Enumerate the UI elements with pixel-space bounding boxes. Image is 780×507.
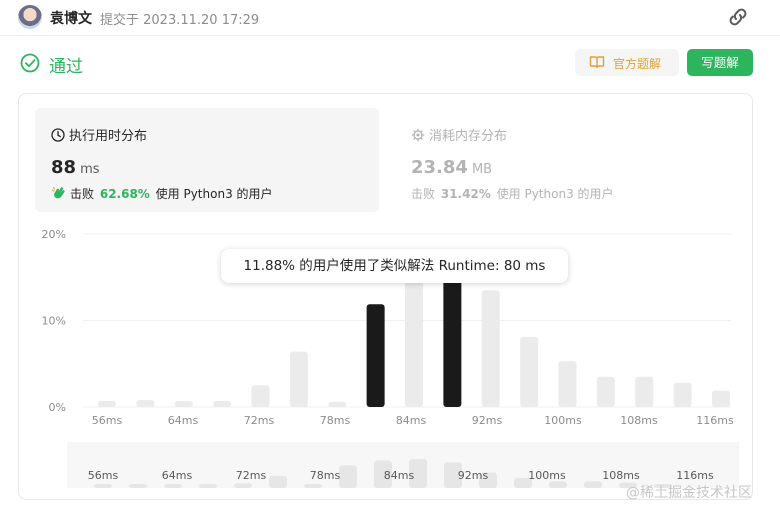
overview-tick-label: 100ms <box>528 469 566 482</box>
overview-bar <box>549 481 567 488</box>
author-name[interactable]: 袁博文 <box>50 8 92 28</box>
clap-icon <box>51 185 67 201</box>
chart-tooltip: 11.88% 的用户使用了类似解法 Runtime: 80 ms <box>221 249 568 283</box>
chart-bar <box>596 376 615 407</box>
memory-number: 23.84 <box>411 157 468 178</box>
overview-bar <box>269 475 287 488</box>
overview-tick-label: 78ms <box>310 469 341 482</box>
chip-icon <box>411 128 425 142</box>
overview-tick-label: 72ms <box>236 469 267 482</box>
memory-beat-percent: 31.42% <box>440 187 491 201</box>
y-tick-label: 0% <box>49 401 66 414</box>
overview-bar <box>94 484 112 488</box>
memory-beat-prefix: 击败 <box>411 187 436 201</box>
runtime-title: 执行用时分布 <box>51 125 147 144</box>
chart-bar <box>136 400 155 407</box>
memory-unit: MB <box>471 162 493 177</box>
overview-bar <box>234 483 252 488</box>
submission-header: 袁博文 提交于 2023.11.20 17:29 <box>0 0 780 36</box>
overview-bar <box>199 484 217 488</box>
runtime-value: 88 ms <box>51 157 100 178</box>
submitted-time: 提交于 2023.11.20 17:29 <box>100 13 260 28</box>
chart-bar <box>213 400 232 407</box>
overview-tick-label: 116ms <box>676 469 714 482</box>
memory-title-text: 消耗内存分布 <box>429 129 508 144</box>
overview-tick-label: 108ms <box>602 469 640 482</box>
x-tick-label: 56ms <box>92 414 123 427</box>
overview-bar <box>129 484 147 488</box>
memory-title: 消耗内存分布 <box>411 125 507 144</box>
runtime-beat-prefix: 击败 <box>70 187 95 201</box>
x-tick-label: 108ms <box>620 414 658 427</box>
x-tick-label: 72ms <box>244 414 275 427</box>
chart-bar <box>635 376 654 407</box>
overview-bar <box>584 481 602 488</box>
accepted-status: 通过 <box>49 57 83 77</box>
write-solution-button[interactable]: 写题解 <box>687 49 753 76</box>
memory-beat-suffix: 使用 Python3 的用户 <box>496 187 614 201</box>
x-tick-label: 92ms <box>472 414 503 427</box>
runtime-number: 88 <box>51 157 77 178</box>
overview-tick-label: 64ms <box>162 469 193 482</box>
chart-bar <box>443 275 462 407</box>
x-tick-label: 64ms <box>168 414 199 427</box>
avatar[interactable] <box>18 5 42 29</box>
x-tick-label: 78ms <box>320 414 351 427</box>
overview-tick-label: 92ms <box>458 469 489 482</box>
x-tick-label: 84ms <box>396 414 427 427</box>
chart-bar <box>481 290 500 407</box>
chart-bar <box>712 390 730 407</box>
clock-icon <box>51 128 65 142</box>
runtime-title-text: 执行用时分布 <box>69 129 148 144</box>
chart-bar <box>328 401 347 407</box>
chart-bar <box>289 351 308 407</box>
memory-stat-tab[interactable]: 消耗内存分布 23.84 MB 击败 31.42% 使用 Python3 的用户 <box>395 108 739 212</box>
overview-tick-label: 84ms <box>384 469 415 482</box>
official-solution-button[interactable]: 官方题解 <box>575 49 679 76</box>
runtime-beat-suffix: 使用 Python3 的用户 <box>155 187 273 201</box>
runtime-beat-percent: 62.68% <box>99 187 150 201</box>
chart-bar <box>174 400 193 407</box>
chart-bar <box>673 382 692 407</box>
overview-bar <box>304 484 322 488</box>
chart-bar <box>558 361 577 407</box>
x-tick-label: 116ms <box>696 414 734 427</box>
x-tick-label: 100ms <box>544 414 582 427</box>
runtime-unit: ms <box>80 162 100 177</box>
overview-bar <box>164 484 182 488</box>
link-icon[interactable] <box>726 6 750 28</box>
runtime-beat: 击败 62.68% 使用 Python3 的用户 <box>51 185 273 202</box>
book-icon <box>589 55 605 69</box>
memory-value: 23.84 MB <box>411 157 492 178</box>
chart-bar <box>405 281 423 407</box>
chart-bar <box>366 304 385 407</box>
official-solution-label: 官方题解 <box>613 57 662 71</box>
chart-bar <box>520 336 539 407</box>
result-card: 执行用时分布 88 ms 击败 62.68% 使用 Python3 的用户 消耗内… <box>18 93 753 500</box>
check-circle-icon <box>19 52 41 74</box>
chart-bar <box>251 385 270 407</box>
watermark: @稀土掘金技术社区 <box>626 485 752 501</box>
status-row: 通过 官方题解 写题解 <box>0 44 780 84</box>
y-tick-label: 20% <box>42 228 66 241</box>
overview-tick-label: 56ms <box>88 469 119 482</box>
y-tick-label: 10% <box>42 315 66 328</box>
runtime-stat-tab[interactable]: 执行用时分布 88 ms 击败 62.68% 使用 Python3 的用户 <box>35 108 379 212</box>
memory-beat: 击败 31.42% 使用 Python3 的用户 <box>411 185 614 202</box>
overview-bar <box>339 465 357 488</box>
chart-bar <box>98 400 116 407</box>
